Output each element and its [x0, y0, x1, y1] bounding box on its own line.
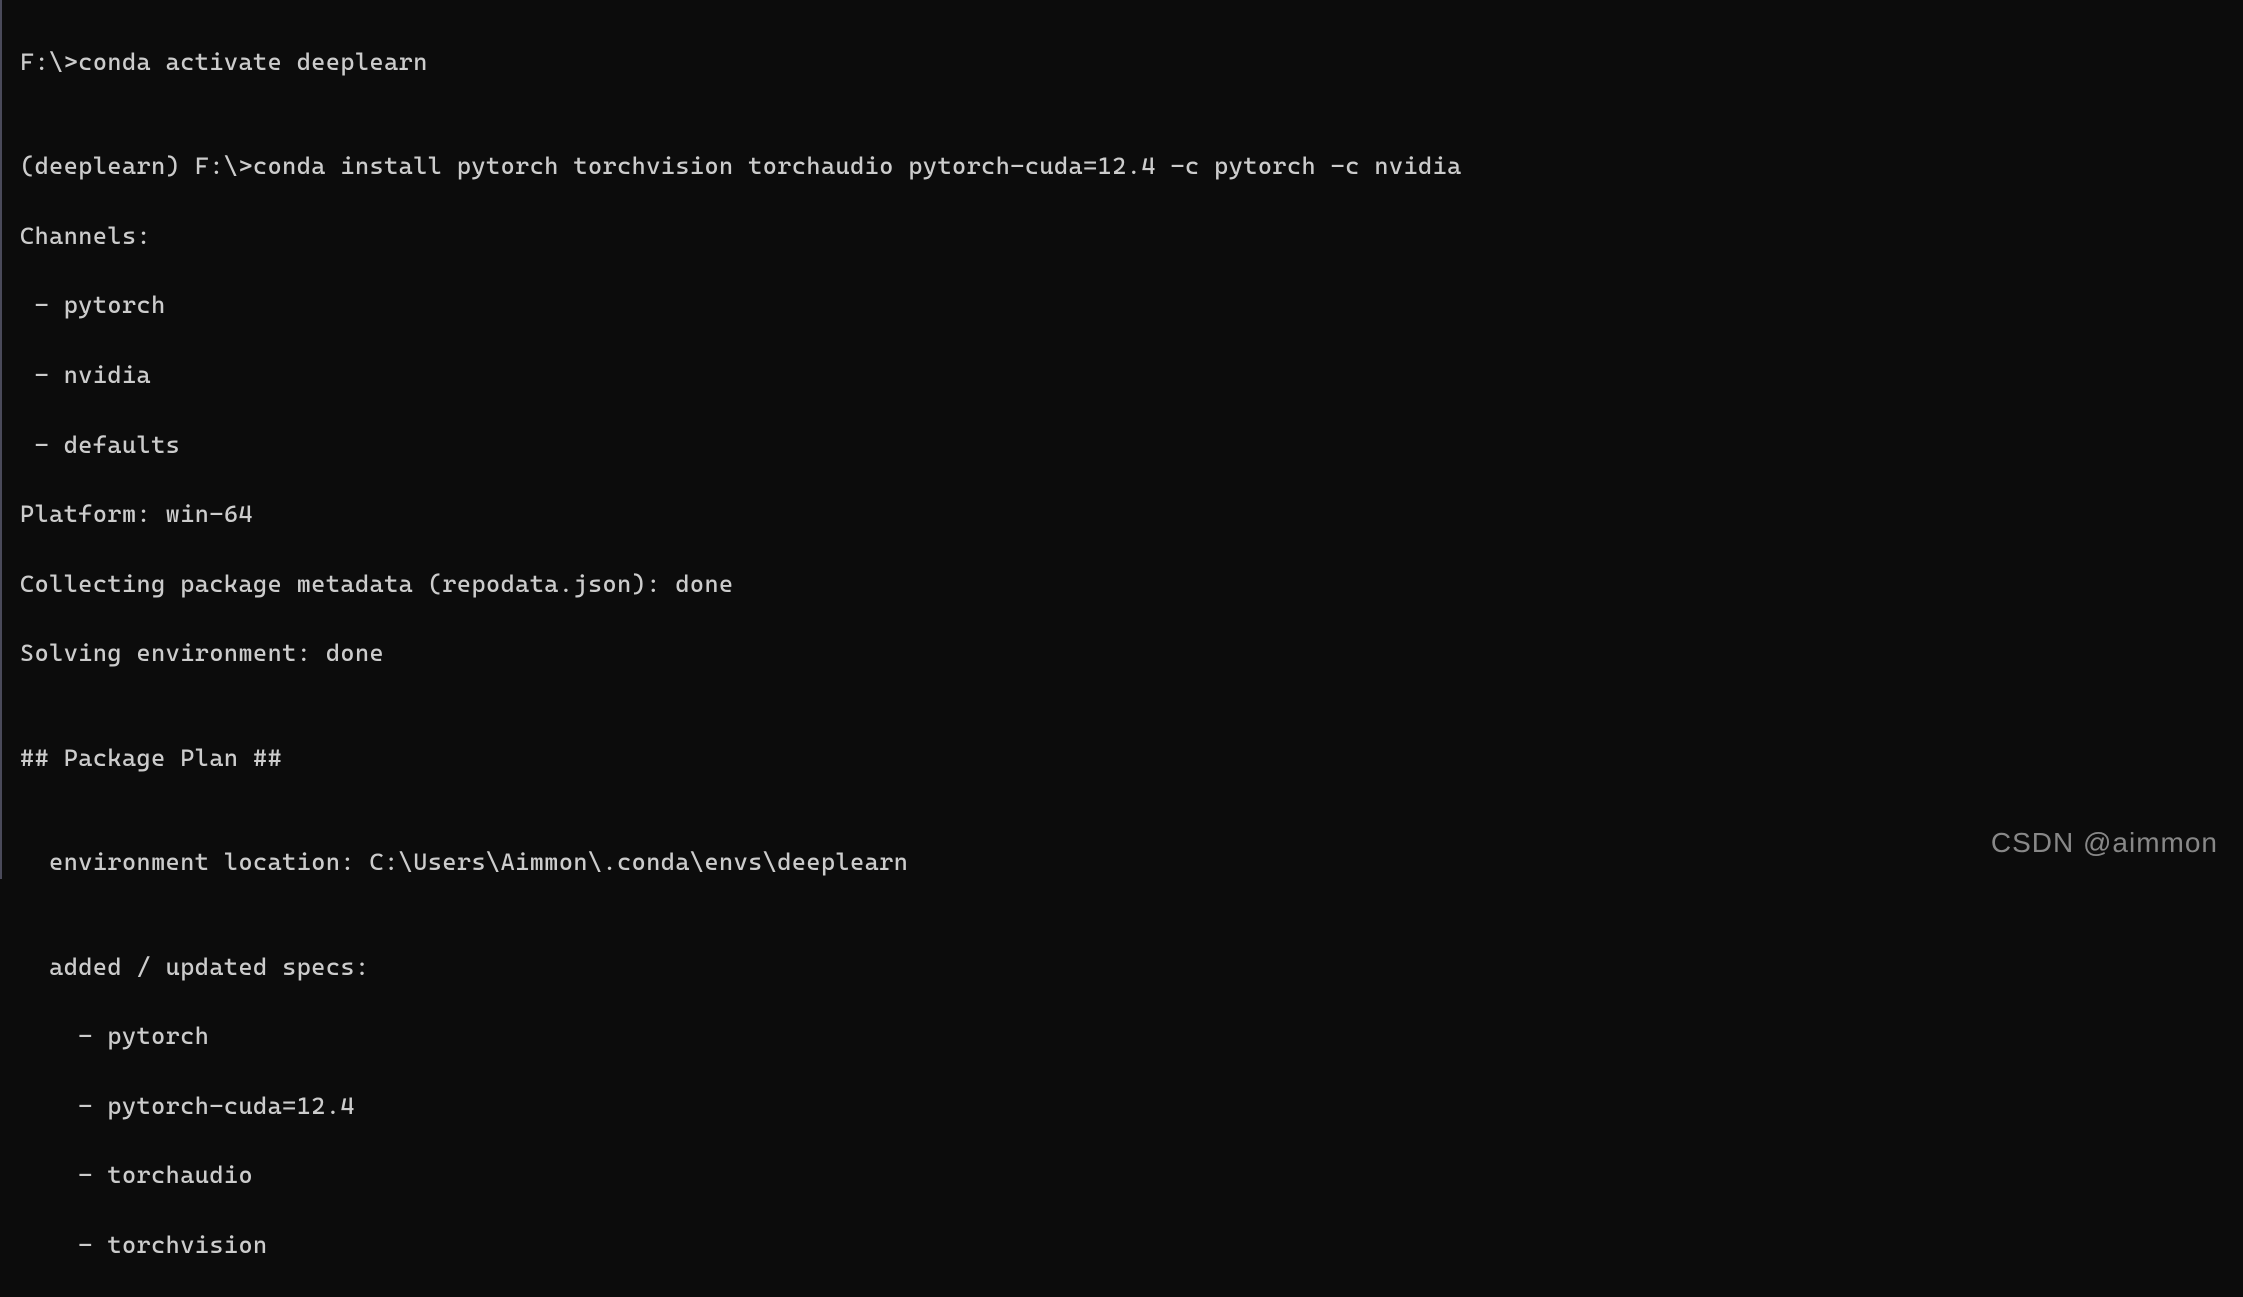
output-line: - defaults	[20, 428, 2225, 463]
output-line: Collecting package metadata (repodata.js…	[20, 567, 2225, 602]
output-line: - torchvision	[20, 1228, 2225, 1263]
prompt-line: F:\>conda activate deeplearn	[20, 45, 2225, 80]
output-line: Platform: win-64	[20, 497, 2225, 532]
watermark-text: CSDN @aimmon	[1991, 823, 2218, 864]
section-header: ## Package Plan ##	[20, 741, 2225, 776]
output-line: - pytorch	[20, 288, 2225, 323]
output-line: - torchaudio	[20, 1158, 2225, 1193]
output-line: Solving environment: done	[20, 636, 2225, 671]
terminal-output[interactable]: F:\>conda activate deeplearn (deeplearn)…	[20, 10, 2225, 1297]
output-line: added / updated specs:	[20, 950, 2225, 985]
command-line: (deeplearn) F:\>conda install pytorch to…	[20, 149, 2225, 184]
output-line: - nvidia	[20, 358, 2225, 393]
output-line: environment location: C:\Users\Aimmon\.c…	[20, 845, 2225, 880]
output-line: - pytorch	[20, 1019, 2225, 1054]
output-line: Channels:	[20, 219, 2225, 254]
output-line: - pytorch-cuda=12.4	[20, 1089, 2225, 1124]
